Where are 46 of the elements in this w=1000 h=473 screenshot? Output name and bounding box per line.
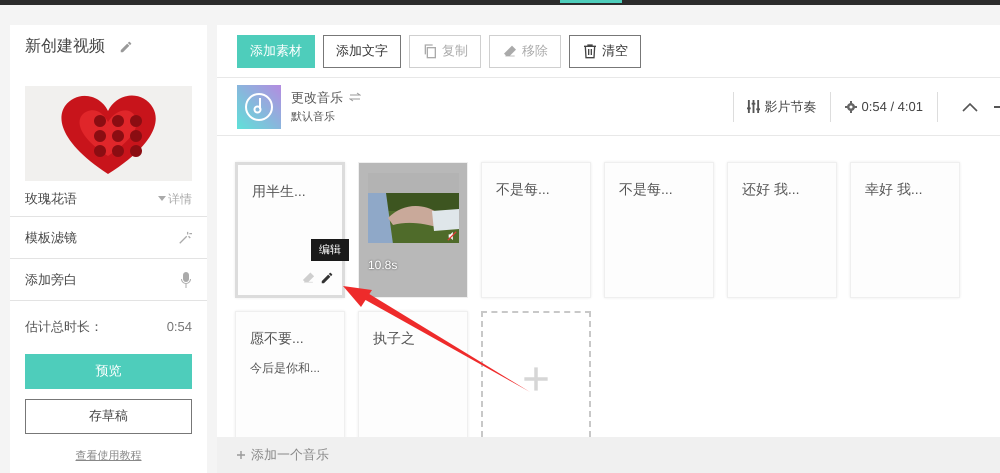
template-name: 玫瑰花语: [25, 190, 77, 208]
toolbar-button[interactable]: 清空: [569, 34, 641, 68]
card-title: 还好 我...: [742, 180, 801, 199]
card-title: 执子之: [373, 329, 416, 348]
caret-icon: [158, 196, 166, 201]
card-title: 用半生...: [252, 182, 307, 201]
swap-icon: [349, 92, 361, 102]
change-music-button[interactable]: 更改音乐: [291, 88, 361, 107]
music-name: 默认音乐: [291, 110, 336, 125]
copy-icon: [422, 43, 438, 59]
chevron-up-icon[interactable]: [962, 102, 978, 112]
music-icon[interactable]: [237, 84, 281, 128]
duration-label: 估计总时长：: [25, 318, 103, 336]
pencil-icon[interactable]: [119, 40, 133, 54]
clip-duration: 10.8s: [368, 257, 398, 274]
text-card[interactable]: 幸好 我...: [850, 162, 960, 298]
tutorial-link[interactable]: 查看使用教程: [76, 448, 142, 464]
save-draft-button[interactable]: 存草稿: [25, 398, 192, 434]
text-card[interactable]: 执子之: [358, 311, 468, 437]
text-card[interactable]: 不是每...: [604, 162, 714, 298]
text-card[interactable]: 不是每...: [481, 162, 591, 298]
music-time: 0:54 / 4:01: [862, 98, 923, 116]
card-title: 不是每...: [496, 180, 551, 199]
card-title: 愿不要...: [250, 329, 305, 348]
plus-icon: [522, 365, 550, 393]
plus-icon: [237, 451, 245, 459]
trash-icon: [582, 43, 598, 59]
project-title: 新创建视频: [25, 36, 105, 57]
card-title: 不是每...: [619, 180, 674, 199]
sliders-icon: [746, 100, 760, 113]
duration-value: 0:54: [166, 318, 192, 336]
text-card[interactable]: 还好 我...: [727, 162, 837, 298]
text-card[interactable]: 愿不要... 今后是你和...: [235, 311, 345, 437]
sidebar-item[interactable]: 添加旁白: [10, 259, 207, 301]
active-tab-indicator: [560, 0, 622, 3]
eraser-icon: [502, 43, 518, 59]
card-title: 幸好 我...: [865, 180, 924, 199]
card-subtitle: 今后是你和...: [250, 360, 322, 377]
sidebar-item[interactable]: 模板滤镜: [10, 217, 207, 259]
magic-wand-icon: [178, 230, 192, 244]
toolbar-button[interactable]: 添加文字: [323, 34, 401, 68]
minus-icon[interactable]: [994, 106, 1000, 108]
tooltip: 编辑: [311, 238, 349, 261]
edit-icon[interactable]: [320, 270, 334, 284]
rhythm-button[interactable]: 影片节奏: [734, 96, 830, 116]
microphone-icon: [180, 272, 192, 288]
